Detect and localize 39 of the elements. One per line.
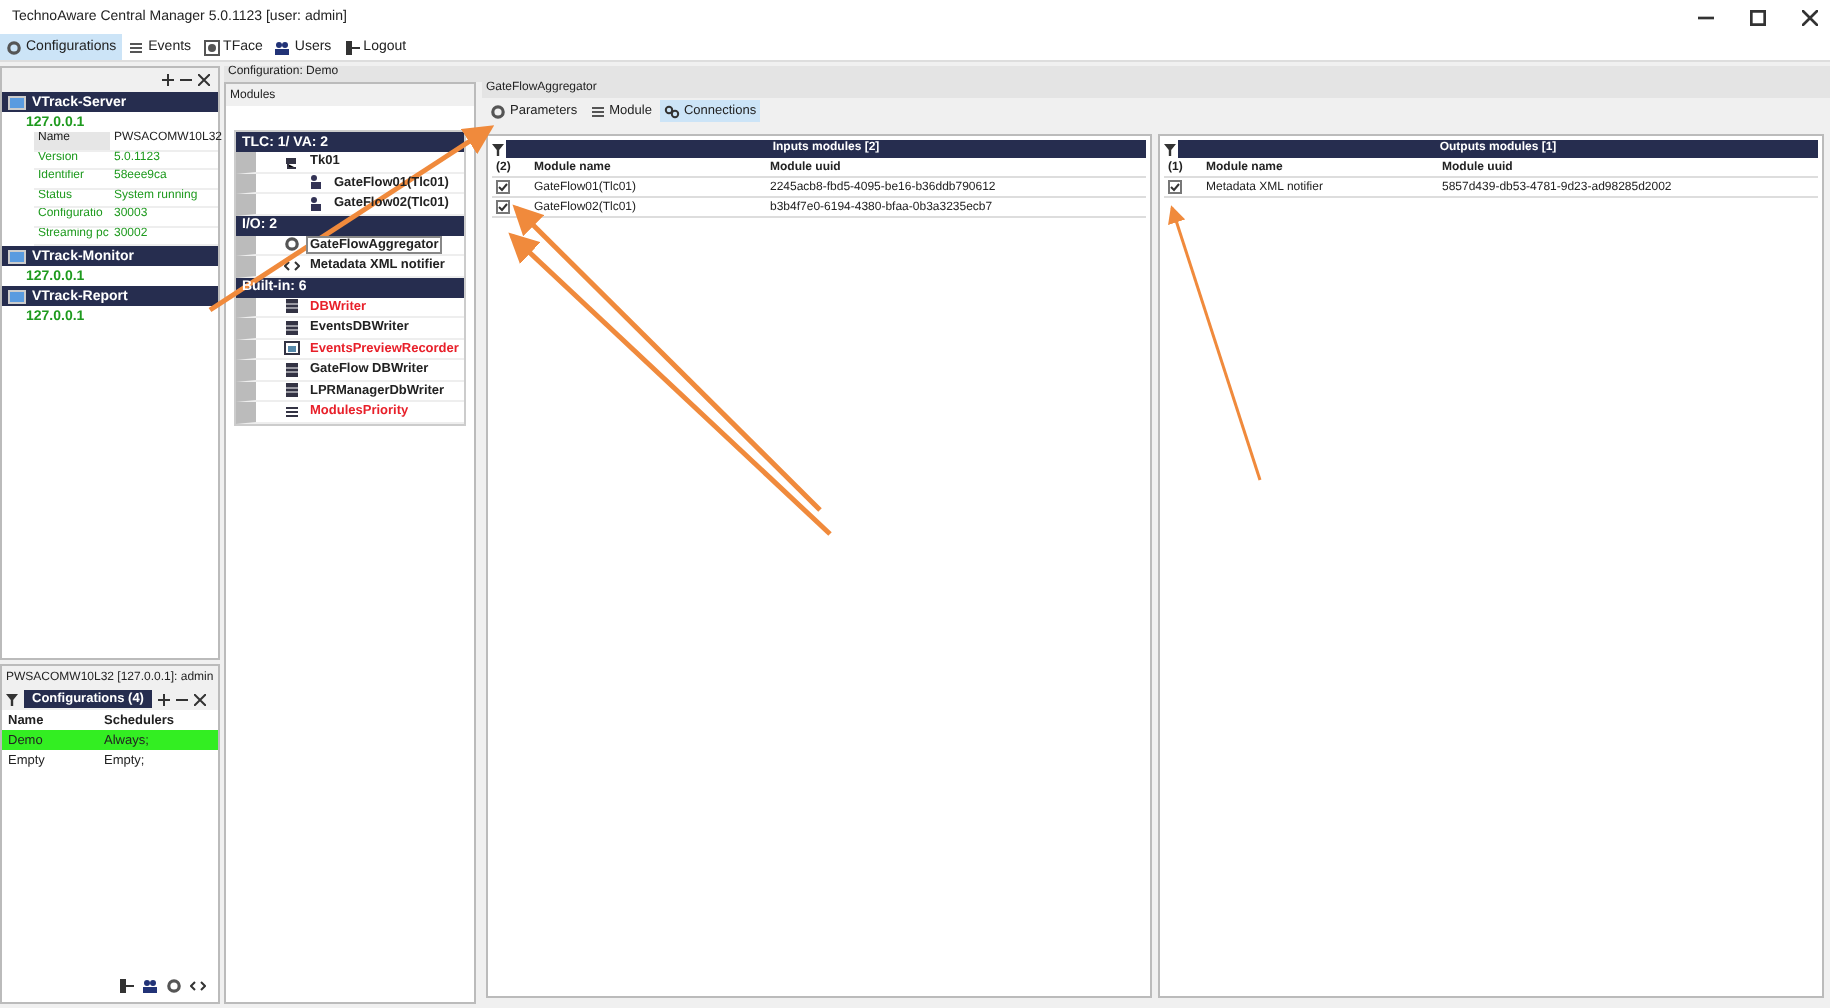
checkbox[interactable]	[496, 180, 510, 194]
logout-icon	[343, 39, 360, 55]
close-icon[interactable]	[1802, 9, 1818, 25]
checkbox[interactable]	[1168, 180, 1182, 194]
gear-icon	[284, 236, 300, 253]
monitor-icon	[8, 95, 26, 109]
remove-icon[interactable]	[175, 693, 188, 705]
filter-icon[interactable]	[6, 693, 18, 705]
face-icon	[203, 39, 220, 55]
monitor-icon	[8, 289, 26, 303]
person-icon	[308, 195, 324, 212]
list-icon	[128, 39, 145, 55]
close-icon[interactable]	[198, 74, 210, 86]
gear-icon	[6, 39, 22, 55]
database-icon	[284, 361, 300, 378]
checkbox[interactable]	[496, 200, 510, 214]
maximize-icon[interactable]	[1750, 9, 1766, 25]
database-icon	[284, 319, 300, 336]
list-icon	[589, 103, 606, 119]
link-icon	[663, 103, 680, 119]
filter-icon[interactable]	[492, 143, 504, 155]
gear-icon	[166, 978, 182, 994]
close-icon[interactable]	[193, 693, 206, 705]
remove-icon[interactable]	[180, 74, 192, 86]
database-icon	[284, 298, 300, 315]
film-icon	[284, 340, 300, 357]
database-icon	[284, 382, 300, 399]
add-icon[interactable]	[157, 693, 170, 705]
list-icon	[284, 403, 300, 420]
code-icon	[190, 978, 206, 994]
users-icon	[142, 978, 158, 994]
monitor-icon	[8, 249, 26, 263]
logout-icon	[118, 978, 134, 994]
gear-icon	[490, 103, 506, 119]
person-icon	[308, 174, 324, 191]
add-icon[interactable]	[162, 74, 174, 86]
code-icon	[284, 257, 300, 274]
filter-icon[interactable]	[1164, 143, 1176, 155]
users-icon	[274, 39, 291, 55]
